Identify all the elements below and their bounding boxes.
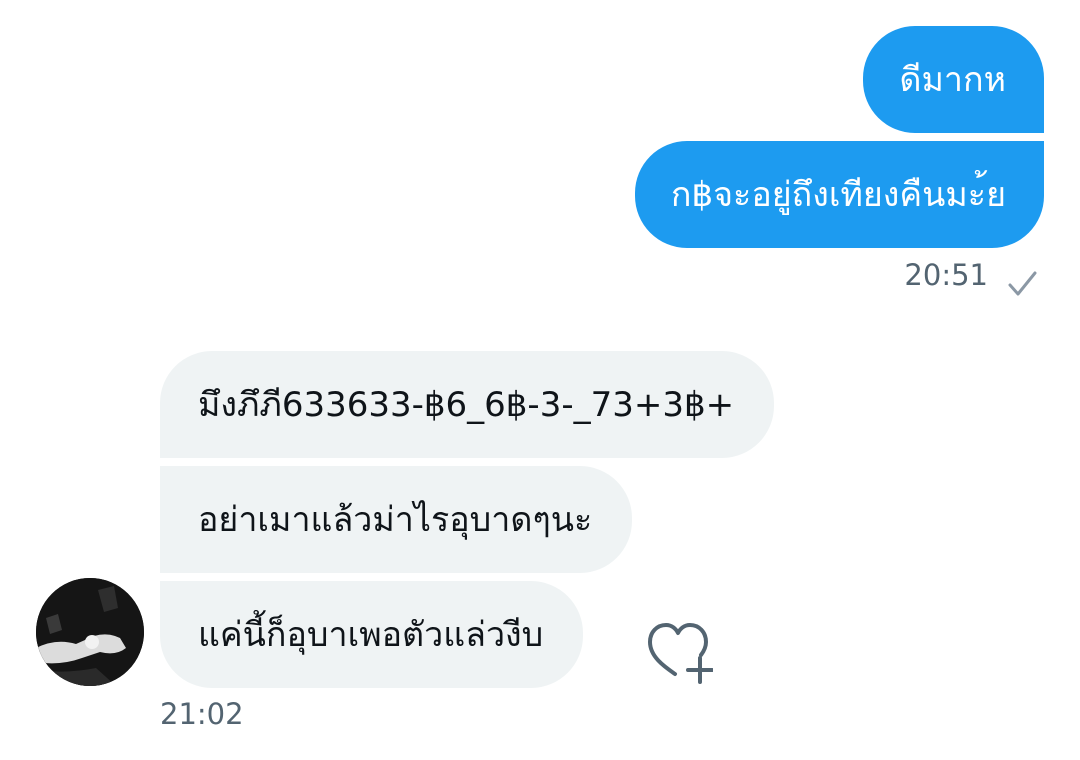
message-text: มึงภึภี633633-฿6_6฿-3-_73+3฿+ xyxy=(198,384,735,425)
message-text: อย่าเมาแล้วม่าไรอุบาดๆนะ xyxy=(198,499,593,540)
check-icon xyxy=(1008,271,1037,296)
incoming-message-bubble[interactable]: แค่นี้ก็อุบาเพอตัวแล่วงีบ xyxy=(160,581,584,688)
outgoing-timestamp: 20:51 xyxy=(904,258,988,292)
message-text: ดีมากห xyxy=(899,59,1006,100)
message-text: ก฿จะอยู่ถึงเทียงคืนมะ้ย xyxy=(670,174,1006,215)
avatar[interactable] xyxy=(36,578,144,686)
heart-plus-icon[interactable] xyxy=(645,620,713,684)
avatar-photo xyxy=(36,578,144,686)
incoming-timestamp: 21:02 xyxy=(160,697,244,731)
outgoing-message-bubble[interactable]: ก฿จะอยู่ถึงเทียงคืนมะ้ย xyxy=(634,141,1044,248)
outgoing-message-bubble[interactable]: ดีมากห xyxy=(863,26,1044,133)
incoming-message-bubble[interactable]: มึงภึภี633633-฿6_6฿-3-_73+3฿+ xyxy=(160,351,775,458)
message-text: แค่นี้ก็อุบาเพอตัวแล่วงีบ xyxy=(198,614,544,655)
incoming-message-bubble[interactable]: อย่าเมาแล้วม่าไรอุบาดๆนะ xyxy=(160,466,633,573)
